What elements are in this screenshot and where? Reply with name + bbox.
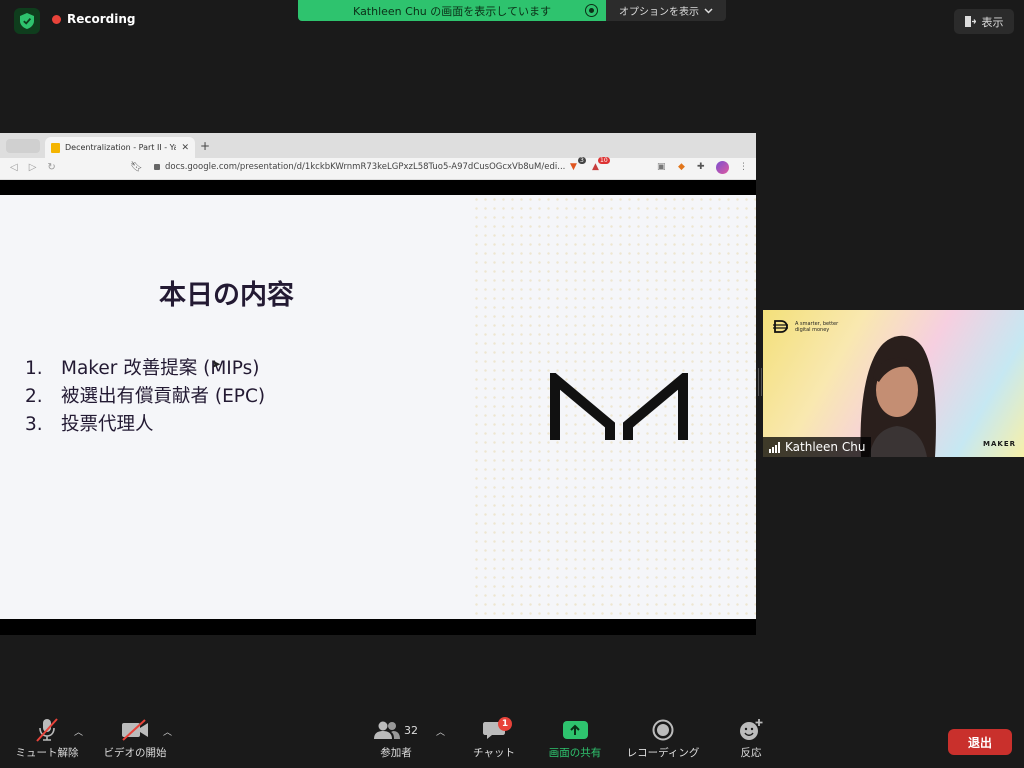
video-options-chevron-icon[interactable]: ︿ [163,725,172,738]
chevron-down-icon [704,7,713,14]
record-icon [652,719,674,741]
dai-brand: A smarter, better digital money [773,320,838,333]
audio-options-chevron-icon[interactable]: ︿ [74,725,83,738]
reactions-button[interactable]: 反応 [732,715,770,768]
bookmark-icon: 🔖︎ [130,162,143,173]
record-dot-icon [52,14,61,24]
menu-icon: ⋮ [739,162,748,172]
maker-logo-icon [550,373,688,440]
share-screen-button[interactable]: 画面の共有 [544,715,606,768]
forward-icon: ▷ [28,162,37,173]
share-banner-text: Kathleen Chu の画面を表示しています [353,4,551,18]
reactions-label: 反応 [740,747,762,759]
participant-name: Kathleen Chu [785,440,866,454]
share-screen-label: 画面の共有 [548,747,602,759]
reactions-icon [740,719,763,740]
signal-bars-icon [769,441,780,453]
list-item-number: 3. [25,414,43,435]
record-button[interactable]: レコーディング [622,715,704,768]
list-item: 3. 投票代理人 [25,411,265,439]
brand-tagline-line: A smarter, better [795,320,839,327]
extension-icon: ▣ [657,162,666,172]
dai-logo-icon [773,320,788,333]
recording-label: Recording [67,12,136,26]
zoom-meeting-window: Recording Kathleen Chu の画面を表示しています オプション… [0,0,1024,768]
pinned-tab [6,139,40,153]
participants-options-chevron-icon[interactable]: ︿ [436,725,445,738]
list-item-text: 被選出有償貢献者 (EPC) [61,386,266,407]
view-button[interactable]: 表示 [954,9,1014,34]
list-item-number: 2. [25,386,43,407]
leave-button[interactable]: 退出 [948,729,1012,755]
browser-toolbar: ◁ ▷ ↻ 🔖︎ docs.google.com/presentation/d/… [0,157,756,180]
mouse-cursor-icon: ➤ [211,357,222,371]
video-off-icon [121,715,149,745]
ext-badge: 3 [578,157,586,164]
screen-share-banner: Kathleen Chu の画面を表示しています [298,0,606,21]
participants-icon-wrap: 32 [374,715,418,745]
slides-favicon-icon [51,142,60,153]
unmute-label: ミュート解除 [15,747,79,759]
slide-agenda-list: 1. Maker 改善提案 (MIPs) 2. 被選出有償貢献者 (EPC) 3. 投… [25,355,265,439]
chat-button[interactable]: 1 チャット [470,715,518,768]
maker-wordmark: MAKER [983,440,1016,448]
list-item: 2. 被選出有償貢献者 (EPC) [25,383,265,411]
participants-button[interactable]: 32 参加者 [374,715,418,768]
browser-tab-strip: Decentralization - Part II - Yasa... ✕ + [0,133,756,158]
reactions-icon-wrap [739,715,763,745]
view-label: 表示 [981,15,1004,29]
record-icon-wrap [652,715,674,745]
chat-badge: 1 [498,717,512,731]
security-shield-icon[interactable] [14,8,40,34]
view-options-label: オプションを表示 [619,7,699,18]
list-item-text: 投票代理人 [61,414,154,435]
participant-name-tag: Kathleen Chu [763,437,872,457]
participants-count: 32 [404,723,418,737]
presentation-slide: 本日の内容 1. Maker 改善提案 (MIPs) 2. 被選出有償貢献者 (EP… [0,195,756,619]
slide-title: 本日の内容 [159,280,294,311]
participants-label: 参加者 [380,747,412,759]
list-item-text: Maker 改善提案 (MIPs) [61,358,260,379]
list-item-number: 1. [25,358,43,379]
letterbox-top [0,180,756,195]
share-screen-icon [562,721,588,739]
meeting-controls-bar: ミュート解除 ︿ ビデオの開始 ︿ 32 参加者 ︿ 1 チャット 画面の共有 … [0,715,1024,768]
new-tab-icon: + [200,139,211,153]
brand-tagline: A smarter, better digital money [795,321,838,333]
brave-rewards-icon: ▲ [592,162,599,172]
reload-icon: ↻ [47,162,56,173]
list-item: 1. Maker 改善提案 (MIPs) [25,355,265,383]
participants-icon [374,721,400,739]
unmute-button[interactable]: ミュート解除 [10,715,84,768]
brand-tagline-line: digital money [795,326,830,333]
shared-screen: Decentralization - Part II - Yasa... ✕ +… [0,133,756,635]
address-bar: docs.google.com/presentation/d/1kckbKWrn… [154,162,565,172]
view-options-button[interactable]: オプションを表示 [606,0,726,21]
participant-video-tile[interactable]: A smarter, better digital money MAKER Ka… [763,310,1024,457]
profile-avatar [716,161,729,174]
panel-resize-handle[interactable] [758,368,762,396]
url-text: docs.google.com/presentation/d/1kckbKWrn… [165,162,566,172]
chat-icon-wrap: 1 [483,715,512,745]
start-video-label: ビデオの開始 [103,747,167,759]
stop-viewing-icon[interactable] [585,4,598,17]
metamask-icon: ◆ [678,162,685,172]
start-video-button[interactable]: ビデオの開始 [100,715,170,768]
close-tab-icon: ✕ [181,142,189,153]
browser-tab: Decentralization - Part II - Yasa... ✕ [45,137,195,158]
ext-badge: 10 [598,157,610,164]
record-label: レコーディング [626,747,700,759]
brave-shield-icon: ▼ [570,162,577,172]
puzzle-icon: ✚ [697,162,705,172]
tab-title: Decentralization - Part II - Yasa... [65,143,177,152]
mic-muted-icon [35,715,59,745]
view-icon [964,16,976,27]
recording-indicator[interactable]: Recording [52,12,136,26]
share-icon-wrap [562,715,588,745]
back-icon: ◁ [10,162,18,173]
chat-label: チャット [473,747,515,759]
lock-icon [154,164,160,170]
